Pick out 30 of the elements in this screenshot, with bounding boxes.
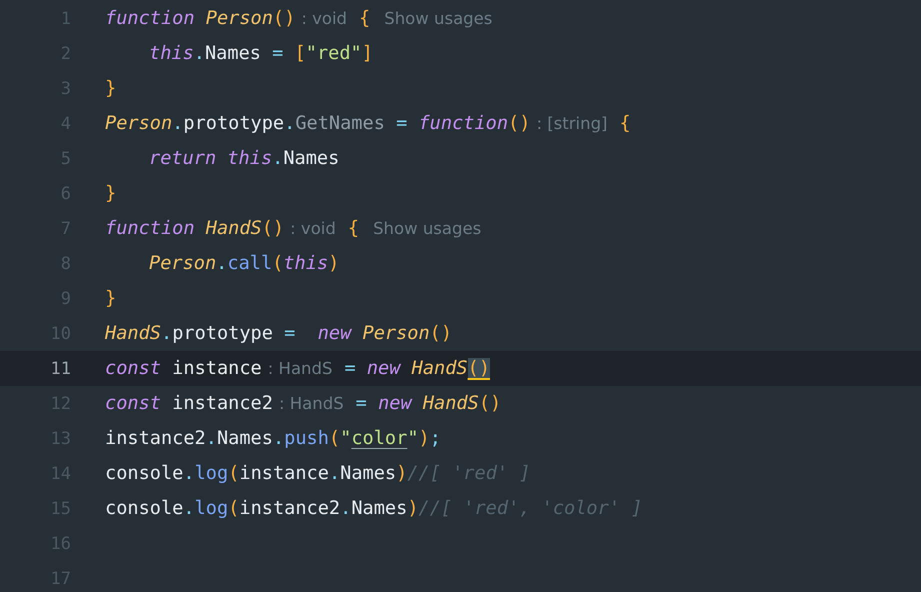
code-text: const instance [105, 358, 262, 379]
type-hint: : [string] [536, 114, 608, 133]
code-text: console.log(instance2.Names) [105, 498, 419, 519]
code-text: Person.prototype.GetNames = function() [105, 113, 530, 134]
code-text: this.Names = ["red"] [149, 43, 373, 64]
code-text: console.log(instance.Names) [105, 463, 408, 484]
show-usages-link[interactable]: Show usages [373, 219, 482, 238]
code-text: function HandS() [105, 218, 284, 239]
code-text: Person.call(this) [149, 253, 340, 274]
code-comment: //[ 'red' ] [407, 463, 530, 484]
type-hint: : HandS [268, 359, 332, 378]
code-text: } [105, 183, 116, 204]
type-hint: : void [301, 9, 348, 28]
code-text: const instance2 [105, 393, 273, 414]
code-text: } [105, 288, 116, 309]
code-text: instance2.Names.push("color"); [105, 428, 441, 449]
code-text: function Person() [105, 8, 296, 29]
code-text: { [348, 218, 360, 239]
type-hint: : void [290, 219, 336, 238]
code-text: return this.Names [149, 148, 340, 169]
code-text: { [359, 8, 370, 29]
code-text: { [619, 113, 631, 134]
code-text: } [105, 78, 116, 99]
line-number: 11 [50, 358, 71, 378]
code-text: HandS.prototype = new Person() [105, 323, 452, 344]
type-hint: : HandS [278, 394, 344, 413]
code-comment: //[ 'red', 'color' ] [418, 498, 642, 519]
show-usages-link[interactable]: Show usages [384, 9, 492, 28]
code-text: = new HandS() [356, 393, 502, 414]
code-text: = new HandS() [344, 358, 490, 379]
